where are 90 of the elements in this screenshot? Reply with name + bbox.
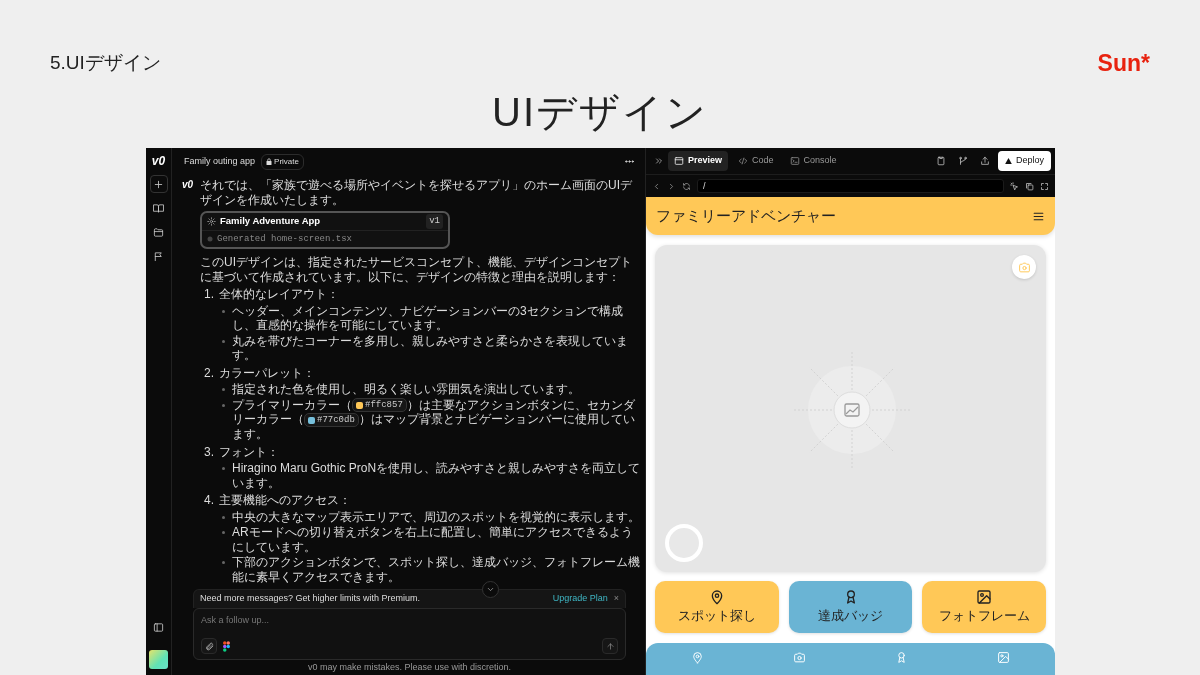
fullscreen-icon [1040, 181, 1049, 191]
visibility-badge: Private [261, 153, 304, 170]
triangle-icon [1005, 158, 1012, 164]
bullet-icon [222, 467, 225, 471]
list-number: 3. [204, 444, 214, 460]
action-button[interactable]: フォトフレーム [922, 581, 1046, 633]
version-tag: v1 [426, 214, 443, 229]
app-title: ファミリーアドベンチャー [656, 205, 836, 226]
code-icon [738, 156, 749, 166]
bullet-text: プライマリーカラー（ #ffc857 ）は主要なアクションボタンに、セカンダリーカラー（ #77c0db ）はマップ背景とナビゲーションバーに使用しています。 [232, 397, 636, 442]
artifact-title: Family Adventure App [220, 214, 322, 229]
message-text: このUIデザインは、指定されたサービスコンセプト、機能、デザインコンセプトに基づいて作成されています。以下に、デザインの特徴と理由を説明します： [200, 255, 633, 284]
flag-icon [153, 250, 164, 262]
arrow-up-icon [605, 641, 615, 651]
bullet-text: 中央の大きなマップ表示エリアで、周辺のスポットを視覚的に表示します。 [232, 509, 641, 525]
bullet-text: 丸みを帯びたコーナーを多用し、親しみやすさと柔らかさを表現しています。 [232, 333, 629, 363]
action-button[interactable]: スポット探し [655, 581, 779, 633]
address-field[interactable]: / [697, 179, 1004, 193]
slide-title: UIデザイン [492, 90, 708, 134]
banner-text: Need more messages? Get higher limits with Premium. [200, 592, 422, 606]
location-ring[interactable] [665, 524, 703, 562]
bullet-icon [222, 403, 225, 407]
camera-icon [1017, 260, 1031, 274]
window-icon [674, 156, 684, 166]
section-heading: フォント： [219, 444, 279, 460]
copy-icon [1025, 181, 1034, 191]
bullet-icon [222, 515, 225, 519]
bullet-text: 下部のアクションボタンで、スポット探し、達成バッジ、フォトフレーム機能に素早くアクセスできます。 [232, 555, 641, 585]
bullet-text: Hiragino Maru Gothic ProNを使用し、読みやすさと親しみやすさを両立しています。 [232, 461, 642, 491]
bullet-icon [222, 531, 225, 535]
bullet-text: ARモードへの切り替えボタンを右上に配置し、簡単にアクセスできるようにしています。 [232, 525, 634, 555]
image-icon [976, 588, 993, 605]
forward-icon [667, 181, 676, 191]
branch-icon [958, 156, 968, 166]
logo[interactable]: v0 [151, 153, 166, 169]
message-box[interactable]: Ask a follow up... [193, 608, 626, 660]
image-icon[interactable] [997, 651, 1011, 664]
camera-icon[interactable] [792, 651, 806, 664]
settings-icon [207, 217, 216, 226]
bullet-icon [222, 561, 225, 565]
section-label: 5.UIデザイン [50, 51, 161, 75]
list-number: 1. [204, 287, 214, 302]
book-icon [153, 202, 164, 214]
sidebar-toggle-icon [153, 621, 164, 633]
send-button[interactable] [602, 638, 618, 654]
bullet-icon [222, 309, 225, 313]
close-button[interactable]: × [613, 592, 619, 606]
section-heading: カラーパレット： [219, 365, 315, 380]
cursor-icon [1010, 181, 1019, 191]
list-number: 2. [204, 365, 214, 380]
tab[interactable]: Console [783, 151, 843, 171]
color-code: #77c0db [317, 414, 355, 427]
camera-button[interactable] [1012, 255, 1036, 279]
bullet-text: 指定された色を使用し、明るく楽しい雰囲気を演出しています。 [232, 382, 581, 397]
upgrade-link[interactable]: Upgrade Plan [552, 592, 608, 606]
device-icon [936, 156, 946, 166]
list-number: 4. [204, 493, 214, 508]
status-dot-icon [207, 236, 213, 242]
artifact-status: Generated home-screen.tsx [217, 232, 353, 246]
share-icon [980, 156, 990, 166]
tab[interactable]: Preview [668, 151, 729, 171]
brand-logo: Sun* [1097, 50, 1150, 76]
refresh-icon [682, 181, 691, 191]
bullet-icon [222, 339, 225, 343]
action-button[interactable]: 達成バッジ [788, 581, 913, 633]
paperclip-icon [204, 641, 214, 651]
assistant-logo: v0 [182, 178, 195, 192]
back-icon [652, 181, 661, 191]
bullet-text: ヘッダー、メインコンテンツ、ナビゲーションバーの3セクションで構成し、直感的な操作を可能にしています。 [232, 303, 624, 333]
deploy-button[interactable]: Deploy [998, 151, 1051, 171]
chat-title: Family outing app [184, 154, 256, 168]
section-heading: 全体的なレイアウト： [219, 287, 339, 302]
lock-icon [266, 158, 273, 165]
disclaimer-text: v0 may make mistakes. Please use with discretion. [306, 661, 513, 674]
message-field[interactable]: Ask a follow up... [201, 614, 618, 628]
terminal-icon [789, 156, 800, 166]
bullet-icon [222, 388, 225, 391]
avatar[interactable] [149, 650, 168, 669]
color-code: #ffc857 [365, 399, 403, 412]
message-text: それでは、「家族で遊べる場所やイベントを探せるアプリ」のホーム画面のUIデザインを作成いたします。 [200, 178, 633, 207]
map-pin-icon[interactable] [690, 651, 704, 664]
shapes-icon[interactable] [223, 640, 230, 652]
folder-icon [153, 226, 164, 238]
artifact-card[interactable]: Family Adventure App v1 Generated home-screen.tsx [200, 211, 450, 249]
new-chat-icon [153, 178, 164, 190]
collapse-icon [654, 156, 664, 166]
tab[interactable]: Code [732, 151, 780, 171]
section-heading: 主要機能へのアクセス： [219, 493, 351, 508]
attach-button[interactable] [201, 638, 217, 654]
chevron-down-icon [486, 585, 495, 594]
